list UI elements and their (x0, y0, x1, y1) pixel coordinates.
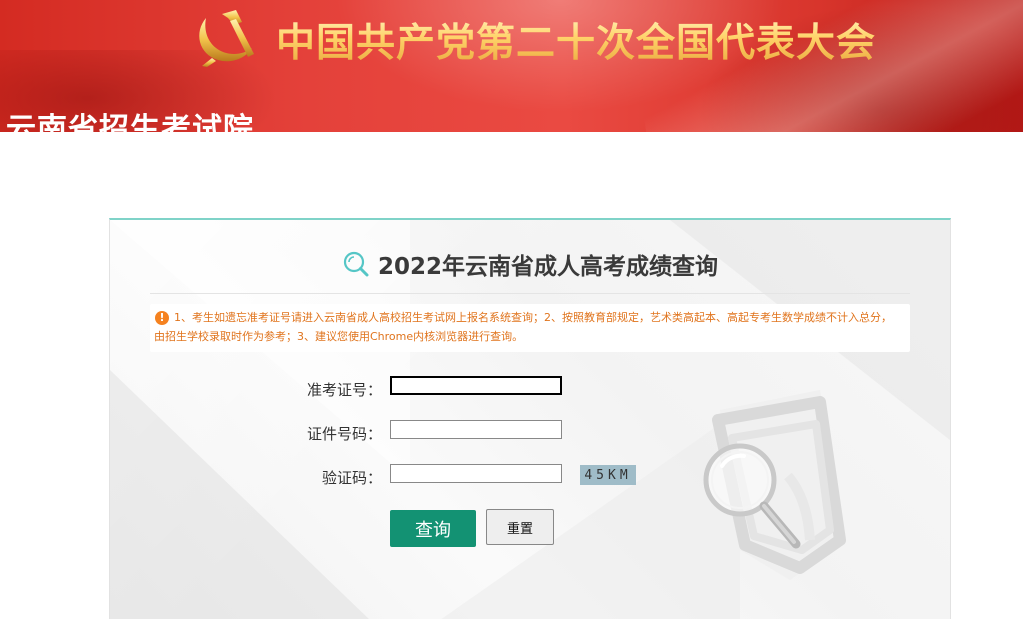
search-icon (343, 251, 369, 277)
captcha-image[interactable]: 45KM (580, 465, 636, 485)
banner-title: 中国共产党第二十次全国代表大会 (276, 12, 876, 68)
captcha-text: 45KM (584, 467, 632, 483)
panel-title-text: 2022年云南省成人高考成绩查询 (377, 254, 718, 280)
notice-text: 1、考生如遗忘准考证号请进入云南省成人高校招生考试网上报名系统查询；2、按照教育… (154, 311, 892, 343)
party-emblem-icon (199, 10, 254, 67)
notice-box: ! 1、考生如遗忘准考证号请进入云南省成人高校招生考试网上报名系统查询；2、按照… (150, 304, 910, 352)
captcha-label: 验证码： (321, 469, 382, 487)
query-panel: 2022年云南省成人高考成绩查询 ! 1、考生如遗忘准考证号请进入云南省成人高校… (109, 218, 951, 619)
panel-title: 2022年云南省成人高考成绩查询 (340, 246, 720, 282)
reset-button[interactable]: 重置 (486, 509, 554, 545)
captcha-input[interactable] (390, 464, 562, 483)
title-divider (150, 293, 910, 294)
id-number-input[interactable] (390, 420, 562, 439)
bg-facet (110, 370, 370, 619)
exam-number-input[interactable] (390, 376, 562, 395)
id-number-label: 证件号码： (306, 425, 382, 443)
exam-number-label: 准考证号： (306, 381, 382, 399)
site-name: 云南省招生考试院 (6, 112, 254, 132)
magnifier-document-illustration (703, 390, 846, 580)
query-button[interactable]: 查询 (390, 510, 476, 547)
header-banner: 中国共产党第二十次全国代表大会 云南省招生考试院 (0, 0, 1023, 132)
